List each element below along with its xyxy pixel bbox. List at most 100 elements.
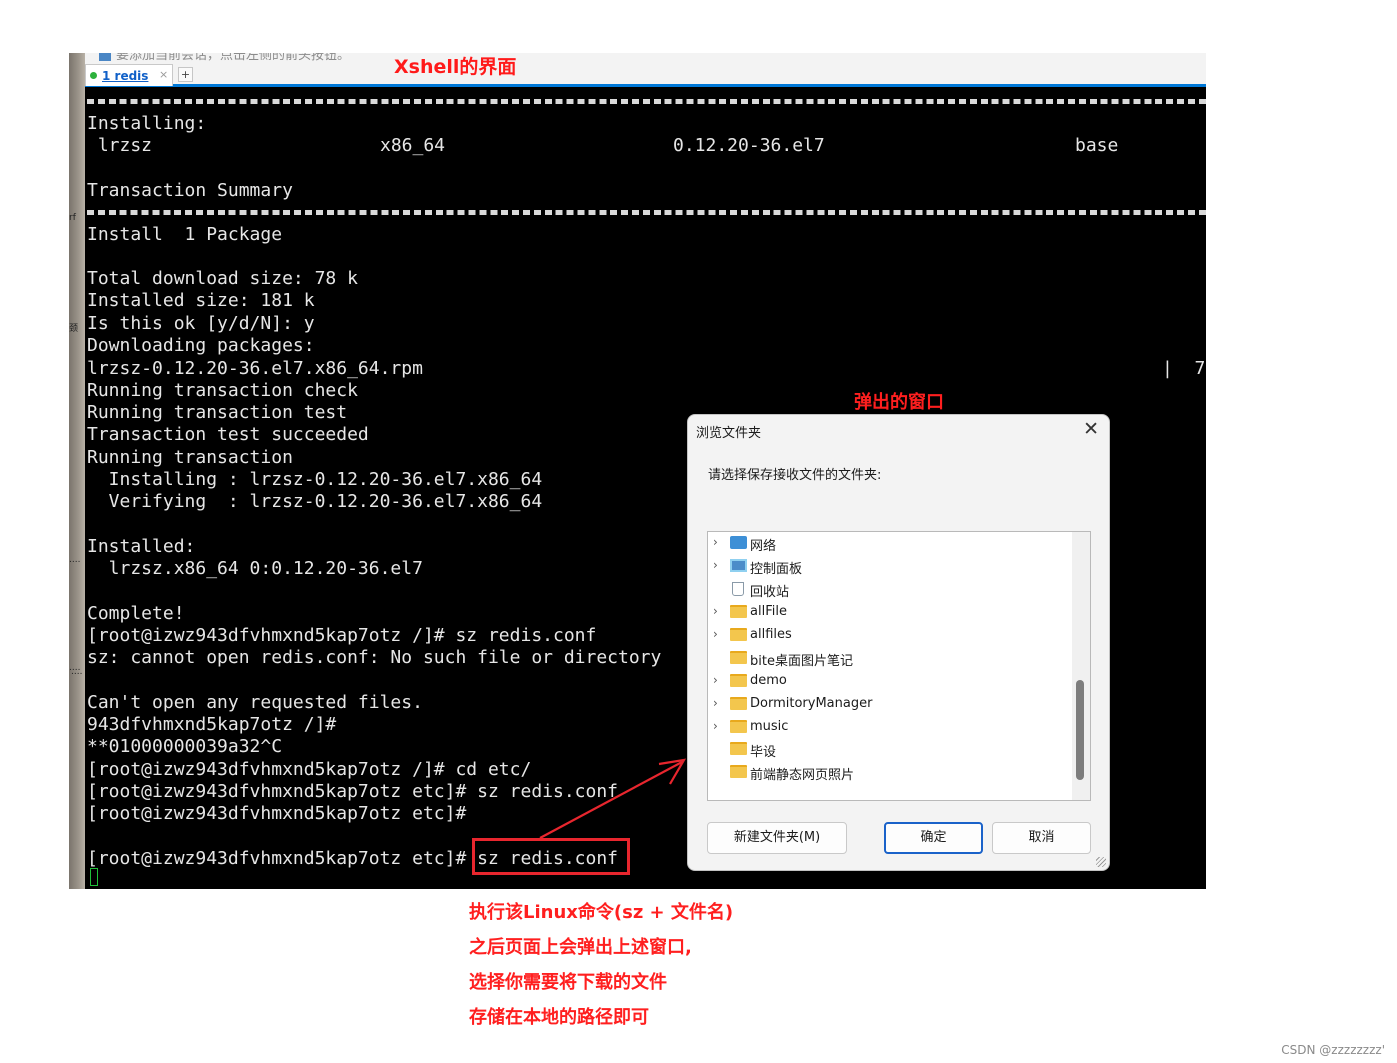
folder-icon (730, 742, 747, 755)
tree-scrollbar[interactable] (1072, 532, 1090, 800)
strip-char: .... (71, 667, 83, 677)
tree-item-label: 回收站 (750, 585, 790, 600)
pkg-arch: x86_64 (380, 135, 446, 156)
tree-item-folder[interactable]: › music (708, 717, 1072, 740)
dialog-prompt: 请选择保存接收文件的文件夹: (708, 468, 882, 483)
session-tab-bar: 要添加当前会话，点击左侧的箭头按钮。 1 redis × + Xshell的界面 (85, 53, 1206, 87)
separator (87, 99, 1206, 104)
terminal-line: sz: cannot open redis.conf: No such file… (87, 647, 662, 668)
cancel-button[interactable]: 取消 (992, 822, 1091, 854)
tree-item-folder[interactable]: › demo (708, 671, 1072, 694)
chevron-right-icon[interactable]: › (713, 673, 718, 687)
terminal-line: [root@izwz943dfvhmxnd5kap7otz /]# sz red… (87, 625, 597, 646)
folder-icon (730, 720, 747, 733)
popup-caption: 弹出的窗口 (854, 392, 944, 413)
terminal-line: Running transaction check (87, 380, 358, 401)
terminal-line: Running transaction (87, 447, 293, 468)
terminal-line: Transaction Summary (87, 180, 293, 201)
folder-icon (730, 697, 747, 710)
folder-icon (730, 628, 747, 641)
tree-item-folder[interactable]: › allfiles (708, 625, 1072, 648)
tree-item-label: 前端静态网页照片 (750, 768, 855, 783)
close-icon[interactable]: ✕ (1083, 418, 1099, 440)
tab-close-icon[interactable]: × (159, 68, 168, 81)
chevron-right-icon[interactable]: › (713, 719, 718, 733)
terminal-line: [root@izwz943dfvhmxnd5kap7otz /]# cd etc… (87, 759, 532, 780)
chevron-right-icon[interactable]: › (713, 535, 718, 549)
tree-item-label: DormitoryManager (750, 696, 873, 711)
folder-icon (730, 651, 747, 664)
terminal-line: Downloading packages: (87, 335, 315, 356)
terminal-line: [root@izwz943dfvhmxnd5kap7otz etc]# (87, 803, 467, 824)
pkg-version: 0.12.20-36.el7 (673, 135, 825, 156)
tree-item-folder[interactable]: 前端静态网页照片 (708, 762, 1072, 785)
folder-icon (730, 765, 747, 778)
xshell-caption: Xshell的界面 (394, 56, 517, 78)
ok-button[interactable]: 确定 (884, 822, 983, 854)
background-strip: rf 颈 .... .... .... (69, 53, 85, 889)
tree-item-folder[interactable]: › allFile (708, 602, 1072, 625)
terminal-line: lrzsz-0.12.20-36.el7.x86_64.rpm (87, 358, 423, 379)
connection-status-icon (90, 72, 97, 79)
tab-label: 1 redis (102, 69, 149, 83)
session-hint-text: 要添加当前会话，点击左侧的箭头按钮。 (116, 53, 351, 63)
new-folder-button[interactable]: 新建文件夹(M) (707, 822, 847, 854)
terminal-line: [root@izwz943dfvhmxnd5kap7otz etc]# sz r… (87, 781, 619, 802)
instruction-line: 选择你需要将下载的文件 (469, 972, 667, 993)
tree-item-label: bite桌面图片笔记 (750, 654, 853, 669)
watermark: CSDN @zzzzzzzz' (1281, 1043, 1385, 1057)
terminal-line: 943dfvhmxnd5kap7otz /]# (87, 714, 337, 735)
instruction-line: 执行该Linux命令(sz + 文件名) (469, 902, 734, 923)
instruction-line: 存储在本地的路径即可 (469, 1007, 649, 1028)
chevron-right-icon[interactable]: › (713, 696, 718, 710)
tree-item-label: music (750, 719, 789, 734)
terminal-line: Installing: (87, 113, 207, 134)
recycle-bin-icon (732, 582, 744, 596)
terminal-line: Total download size: 78 k (87, 268, 358, 289)
terminal-line: Install 1 Package (87, 224, 283, 245)
terminal-line: Installed size: 181 k (87, 290, 315, 311)
tree-item-folder[interactable]: › DormitoryManager (708, 694, 1072, 717)
chevron-right-icon[interactable]: › (713, 558, 718, 572)
xshell-logo-icon (99, 53, 111, 61)
strip-char: .... (69, 555, 81, 565)
tree-item-label: allfiles (750, 627, 792, 642)
folder-icon (730, 674, 747, 687)
tree-item-label: 控制面板 (750, 562, 803, 577)
pkg-name: lrzsz (87, 135, 153, 156)
terminal-line: lrzsz.x86_64 0:0.12.20-36.el7 (87, 558, 423, 579)
tree-item-recycle-bin[interactable]: 回收站 (708, 579, 1072, 602)
tree-item-label: demo (750, 673, 787, 688)
terminal-line: Installed: (87, 536, 196, 557)
add-tab-button[interactable]: + (178, 67, 193, 82)
terminal-line: Running transaction test (87, 402, 348, 423)
session-hint: 要添加当前会话，点击左侧的箭头按钮。 (99, 53, 350, 63)
chevron-right-icon[interactable]: › (713, 604, 718, 618)
terminal-line: Is this ok [y/d/N]: y (87, 313, 315, 334)
terminal-line: Can't open any requested files. (87, 692, 423, 713)
terminal-line: Transaction test succeeded (87, 424, 369, 445)
tree-item-folder[interactable]: bite桌面图片笔记 (708, 648, 1072, 671)
terminal-line: Installing : lrzsz-0.12.20-36.el7.x86_64 (87, 469, 543, 490)
control-panel-icon (730, 559, 747, 572)
resize-grip[interactable] (1096, 857, 1106, 867)
scrollbar-thumb[interactable] (1076, 680, 1084, 780)
tree-item-label: 毕设 (750, 745, 777, 760)
folder-tree[interactable]: › 网络 › 控制面板 回收站 › allFile › allfiles bit… (707, 531, 1091, 801)
dialog-title: 浏览文件夹 (696, 426, 762, 441)
tree-item-label: 网络 (750, 539, 777, 554)
instruction-line: 之后页面上会弹出上述窗口, (469, 937, 692, 958)
tree-item-network[interactable]: › 网络 (708, 533, 1072, 556)
terminal-line: Verifying : lrzsz-0.12.20-36.el7.x86_64 (87, 491, 543, 512)
tree-item-control-panel[interactable]: › 控制面板 (708, 556, 1072, 579)
pkg-repo: base (1075, 135, 1119, 156)
network-icon (730, 536, 747, 549)
tree-item-label: allFile (750, 604, 787, 619)
instruction-notes: 执行该Linux命令(sz + 文件名) 之后页面上会弹出上述窗口, 选择你需要… (469, 895, 733, 1035)
terminal-line: **01000000039a32^C (87, 736, 283, 757)
folder-icon (730, 605, 747, 618)
tab-redis[interactable]: 1 redis × (85, 64, 173, 86)
terminal-line: Complete! (87, 603, 185, 624)
tree-item-folder[interactable]: 毕设 (708, 739, 1072, 762)
chevron-right-icon[interactable]: › (713, 627, 718, 641)
